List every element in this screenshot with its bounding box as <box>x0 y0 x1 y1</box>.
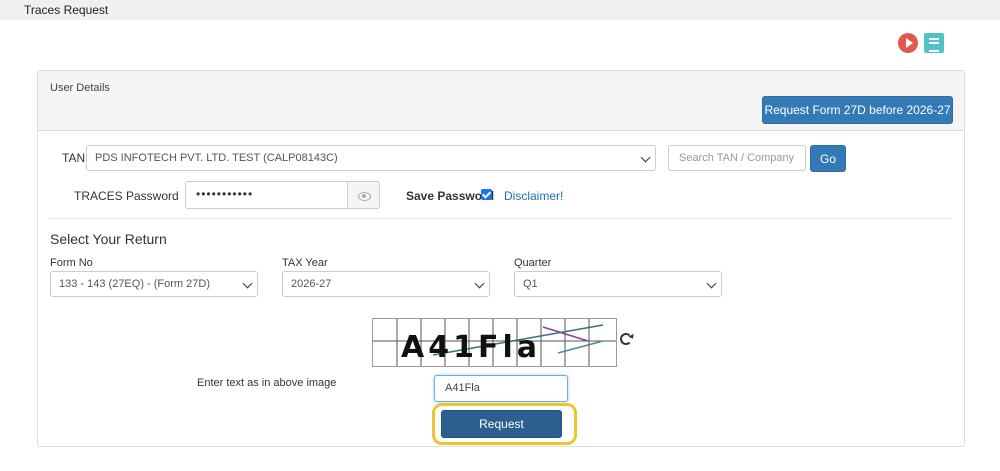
form-no-value: 133 - 143 (27EQ) - (Form 27D) <box>59 278 210 290</box>
captcha-input-value: A41Fla <box>445 382 480 394</box>
captcha-input[interactable]: A41Fla <box>434 375 568 402</box>
tan-select-value: PDS INFOTECH PVT. LTD. TEST (CALP08143C) <box>95 152 338 164</box>
traces-password-label: TRACES Password <box>74 189 179 203</box>
captcha-prompt: Enter text as in above image <box>197 377 337 389</box>
play-icon[interactable] <box>898 33 918 53</box>
chevron-down-icon <box>706 278 717 289</box>
tan-search-placeholder: Search TAN / Company <box>679 152 795 164</box>
section-divider <box>50 218 952 219</box>
tan-select[interactable]: PDS INFOTECH PVT. LTD. TEST (CALP08143C) <box>86 145 656 171</box>
password-value: ••••••••••• <box>196 187 254 201</box>
select-return-title: Select Your Return <box>50 231 167 247</box>
document-icon[interactable] <box>924 33 944 53</box>
tax-year-select[interactable]: 2026-27 <box>282 271 490 297</box>
chevron-down-icon <box>242 278 253 289</box>
tan-label: TAN <box>62 151 86 165</box>
help-icons <box>898 33 944 53</box>
eye-icon[interactable] <box>347 181 380 209</box>
request-27d-button[interactable]: Request Form 27D before 2026-27 <box>762 96 953 124</box>
window-title: Traces Request <box>24 3 109 17</box>
chevron-down-icon <box>640 152 651 163</box>
panel-header-label: User Details <box>50 82 110 94</box>
form-no-label: Form No <box>50 257 93 269</box>
captcha-image: A41Fla <box>372 318 617 367</box>
go-button[interactable]: Go <box>810 145 846 172</box>
user-details-panel: User Details Request Form 27D before 202… <box>37 70 965 447</box>
chevron-down-icon <box>474 278 485 289</box>
disclaimer-link[interactable]: Disclaimer! <box>504 189 563 203</box>
window-titlebar: Traces Request <box>0 0 1000 20</box>
quarter-label: Quarter <box>514 257 552 269</box>
save-password-checkbox[interactable] <box>481 189 492 200</box>
form-no-select[interactable]: 133 - 143 (27EQ) - (Form 27D) <box>50 271 258 297</box>
quarter-select[interactable]: Q1 <box>514 271 722 297</box>
tan-search-input[interactable]: Search TAN / Company <box>668 145 806 171</box>
tax-year-value: 2026-27 <box>291 278 332 290</box>
traces-password-input[interactable]: ••••••••••• <box>185 181 348 209</box>
captcha-graphic: A41Fla <box>373 319 616 366</box>
captcha-text: A41Fla <box>401 330 541 365</box>
panel-header: User Details Request Form 27D before 202… <box>38 71 964 131</box>
request-button[interactable]: Request <box>441 410 562 438</box>
tax-year-label: TAX Year <box>282 257 328 269</box>
refresh-icon[interactable] <box>620 333 632 345</box>
quarter-value: Q1 <box>523 278 538 290</box>
